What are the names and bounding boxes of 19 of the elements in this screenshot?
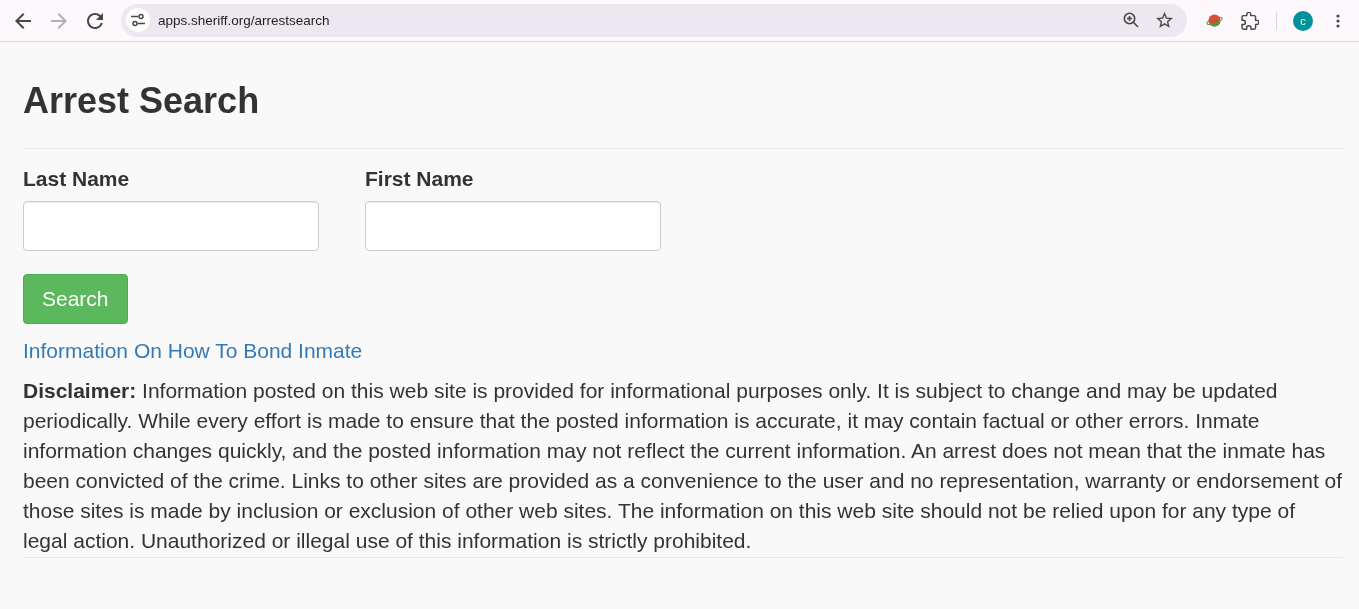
field-label: First Name [365, 165, 474, 192]
disclaimer-text: Disclaimer: Information posted on this web site is provided for informational purposes only. It is subject to change and may be updated periodically. While every effort is made to ensure that the posted information is accurate, it may contain factual or other errors. Inmate information changes quickly, and the posted information may not reflect the current information. An arrest does not mean that the inmate has been convicted of the crime. Links to other sites are provided as a convenience to the user and no representation, warranty or endorsement of those sites is made by inclusion or exclusion of other web sites. The information on this web site should not be relied upon for any type of legal action. Unauthorized or illegal use of this information is strictly prohibited. [23, 377, 1343, 554]
site-settings-icon[interactable] [126, 8, 150, 32]
profile-avatar[interactable]: c [1293, 10, 1313, 31]
bond-info-link[interactable]: Information On How To Bond Inmate [23, 339, 363, 363]
planet-icon[interactable] [1205, 13, 1223, 28]
star-icon[interactable] [1155, 12, 1173, 28]
text-input[interactable] [23, 201, 319, 252]
search-button[interactable]: Search [23, 274, 128, 325]
forward-arrow-icon [51, 12, 67, 29]
puzzle-piece-icon[interactable] [1241, 11, 1259, 30]
more-menu-icon[interactable] [1336, 13, 1340, 28]
text-input[interactable] [365, 201, 661, 252]
address-url[interactable]: apps.sheriff.org/arrestsearch [158, 12, 330, 28]
zoom-in-icon[interactable] [1123, 12, 1139, 28]
page-title: Arrest Search [23, 81, 261, 121]
reload-icon [87, 12, 103, 29]
field-label: Last Name [23, 165, 130, 192]
back-arrow-icon [15, 12, 31, 29]
